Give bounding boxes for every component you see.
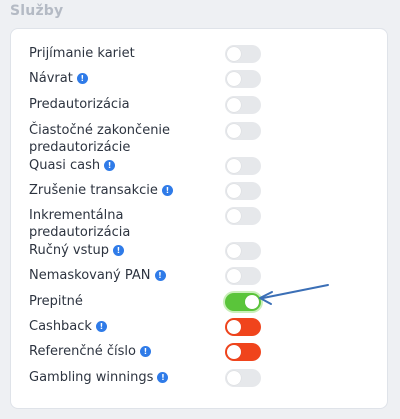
service-toggle-manual-entry[interactable] — [225, 242, 261, 260]
service-toggle-transaction-void[interactable] — [225, 182, 261, 200]
service-label: Referenčné číslo! — [29, 343, 209, 360]
service-toggle-gambling-winnings[interactable] — [225, 369, 261, 387]
service-label-text: Nemaskovaný PAN — [29, 268, 151, 283]
service-label-text: Ručný vstup — [29, 243, 109, 258]
service-label: Nemaskovaný PAN! — [29, 267, 209, 284]
service-label: Predautorizácia — [29, 96, 209, 113]
toggle-knob — [227, 159, 241, 173]
service-label-text: Inkrementálna predautorizácia — [29, 208, 131, 240]
service-toggle-unmasked-pan[interactable] — [225, 267, 261, 285]
service-label-text: Cashback — [29, 319, 92, 334]
info-icon[interactable]: ! — [76, 73, 88, 84]
service-label-text: Prepitné — [29, 294, 83, 309]
service-toggle-preauthorization[interactable] — [225, 96, 261, 114]
services-card: Prijímanie kariet Návrat! Predautorizáci… — [10, 28, 388, 409]
service-label-text: Prijímanie kariet — [29, 46, 135, 61]
service-toggle-incremental-preauth[interactable] — [225, 207, 261, 225]
toggle-knob — [227, 184, 241, 198]
toggle-knob — [227, 72, 241, 86]
toggle-knob — [245, 295, 259, 309]
info-icon[interactable]: ! — [139, 346, 151, 357]
info-icon[interactable]: ! — [112, 245, 124, 256]
toggle-knob — [227, 371, 241, 385]
service-toggle-tip[interactable] — [225, 293, 261, 311]
service-label-text: Zrušenie transakcie — [29, 183, 158, 198]
info-icon[interactable]: ! — [161, 185, 173, 196]
service-label-text: Predautorizácia — [29, 97, 130, 112]
info-icon[interactable]: ! — [104, 160, 116, 171]
service-label: Prijímanie kariet — [29, 45, 209, 62]
service-toggle-refund[interactable] — [225, 70, 261, 88]
service-toggle-quasi-cash[interactable] — [225, 157, 261, 175]
service-label: Cashback! — [29, 318, 209, 335]
section-title: Služby — [10, 3, 64, 19]
toggle-knob — [227, 269, 241, 283]
toggle-knob — [227, 47, 241, 61]
service-label: Inkrementálna predautorizácia — [29, 207, 209, 241]
service-label: Zrušenie transakcie! — [29, 182, 209, 199]
toggle-knob — [227, 244, 241, 258]
info-icon[interactable]: ! — [154, 270, 166, 281]
service-label-text: Návrat — [29, 71, 73, 86]
info-icon[interactable]: ! — [157, 372, 169, 383]
service-label-text: Gambling winnings — [29, 370, 154, 385]
service-toggle-cashback[interactable] — [225, 318, 261, 336]
service-label-text: Čiastočné zakončenie predautorizácie — [29, 123, 171, 155]
service-label: Ručný vstup! — [29, 242, 209, 259]
service-label-text: Quasi cash — [29, 158, 101, 173]
service-label-text: Referenčné číslo — [29, 344, 136, 359]
service-toggle-reference-number[interactable] — [225, 343, 261, 361]
toggle-knob — [227, 320, 241, 334]
info-icon[interactable]: ! — [95, 321, 107, 332]
service-label: Prepitné — [29, 293, 209, 310]
service-label: Návrat! — [29, 70, 209, 87]
toggle-knob — [227, 345, 241, 359]
service-label: Gambling winnings! — [29, 369, 209, 386]
service-label: Čiastočné zakončenie predautorizácie — [29, 122, 209, 156]
toggle-knob — [227, 98, 241, 112]
service-toggle-partial-preauth-completion[interactable] — [225, 122, 261, 140]
service-label: Quasi cash! — [29, 157, 209, 174]
toggle-knob — [227, 124, 241, 138]
toggle-knob — [227, 209, 241, 223]
services-page: Služby Prijímanie kariet Návrat! Predaut… — [0, 0, 400, 419]
service-toggle-card-acceptance[interactable] — [225, 45, 261, 63]
